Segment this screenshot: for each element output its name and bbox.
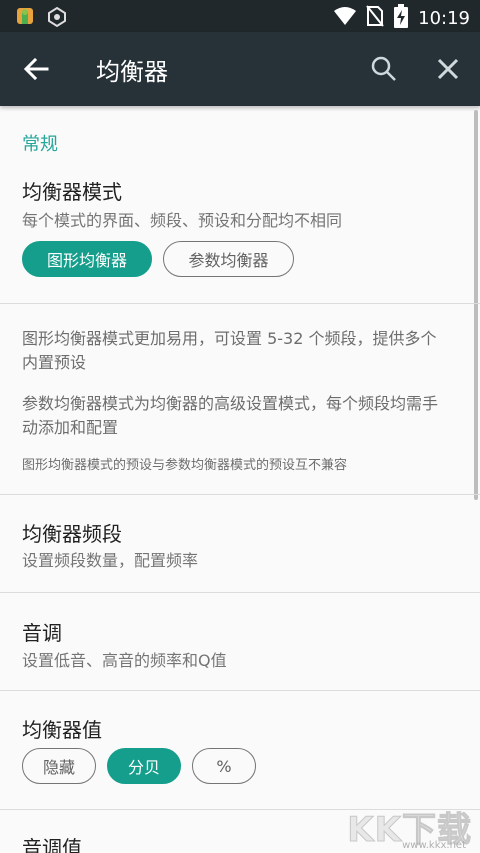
eq-values-title: 均衡器值 [22, 718, 102, 742]
tone-summary: 设置低音、高音的频率和Q值 [22, 651, 227, 670]
status-bar: 10:19 [0, 0, 480, 32]
parametric-eq-chip[interactable]: 参数均衡器 [163, 241, 294, 277]
tone-values-title[interactable]: 音调值 [22, 832, 82, 853]
parametric-eq-info: 参数均衡器模式为均衡器的高级设置模式，每个频段均需手动添加和配置 [22, 394, 439, 437]
scrollbar[interactable] [474, 110, 478, 500]
battery-charging-icon [394, 4, 409, 32]
molecule-app-icon [46, 6, 68, 32]
watermark-url: www.kkx.net [402, 840, 466, 851]
eq-mode-summary: 每个模式的界面、频段、预设和分配均不相同 [22, 211, 343, 230]
tone-title[interactable]: 音调 [22, 617, 62, 646]
eq-bands-title[interactable]: 均衡器频段 [22, 518, 122, 547]
status-bar-system: 10:19 [334, 4, 470, 32]
search-icon[interactable] [370, 55, 398, 83]
section-header-general: 常规 [22, 134, 58, 155]
settings-list[interactable]: 常规 均衡器模式 每个模式的界面、频段、预设和分配均不相同 图形均衡器 参数均衡… [0, 106, 480, 853]
divider [0, 494, 480, 495]
android-debug-icon [14, 6, 36, 32]
watermark: KK下载 www.kkx.net [347, 802, 472, 852]
percent-values-chip[interactable]: % [192, 748, 256, 784]
hide-values-chip[interactable]: 隐藏 [22, 748, 96, 784]
wifi-icon [334, 6, 357, 30]
graphic-eq-chip[interactable]: 图形均衡器 [22, 241, 152, 277]
app-bar: 均衡器 [0, 32, 480, 106]
status-bar-notifications [14, 6, 68, 32]
page-title: 均衡器 [96, 58, 168, 86]
no-sim-icon [366, 5, 384, 31]
eq-bands-summary: 设置频段数量，配置频率 [22, 551, 199, 570]
preset-compat-note: 图形均衡器模式的预设与参数均衡器模式的预设互不兼容 [22, 458, 348, 473]
status-time: 10:19 [418, 7, 470, 29]
decibel-values-chip[interactable]: 分贝 [107, 748, 181, 784]
divider [0, 303, 480, 304]
divider [0, 592, 480, 593]
close-icon[interactable] [434, 55, 462, 83]
arrow-back-icon[interactable] [22, 55, 50, 83]
eq-mode-title: 均衡器模式 [22, 180, 122, 204]
divider [0, 690, 480, 691]
graphic-eq-info: 图形均衡器模式更加易用，可设置 5-32 个频段，提供多个内置预设 [22, 329, 437, 372]
